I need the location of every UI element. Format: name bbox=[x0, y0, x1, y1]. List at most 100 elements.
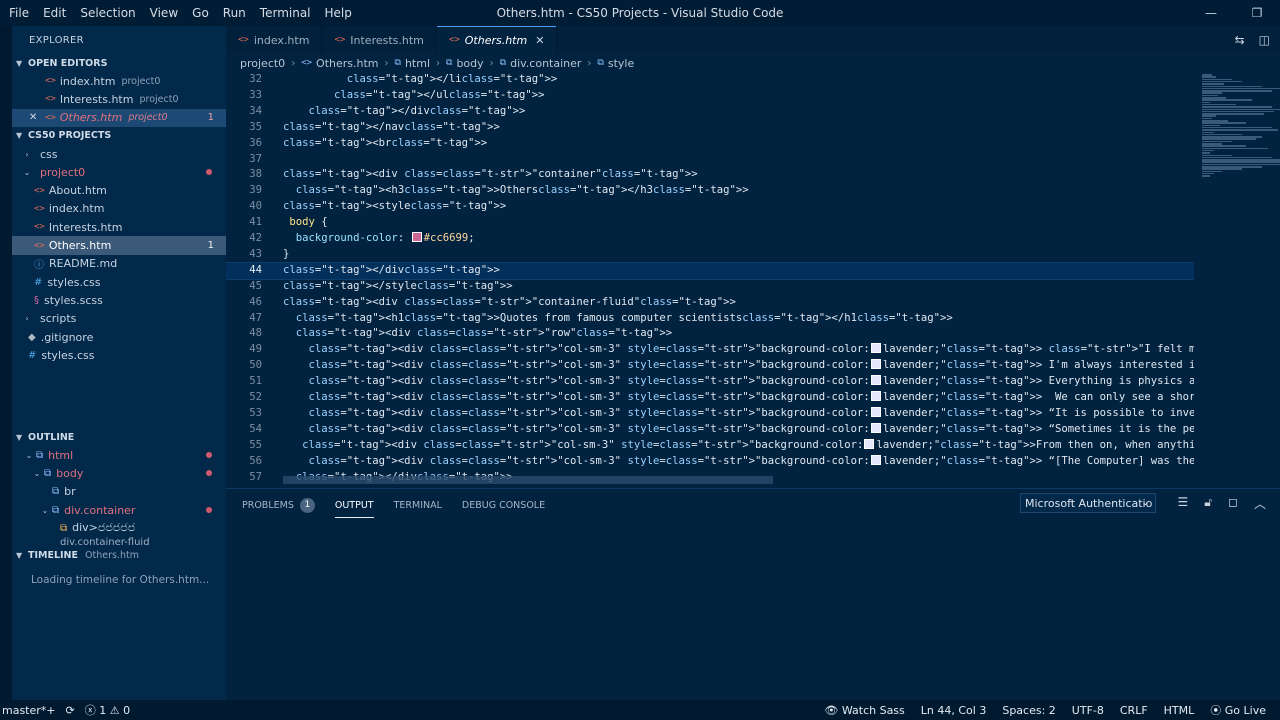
breadcrumb-item[interactable]: › ⧉ style bbox=[581, 57, 634, 70]
code-line[interactable]: 39 class="t-tag"><h3class="t-tag">>Other… bbox=[226, 183, 1194, 199]
minimap[interactable] bbox=[1200, 72, 1280, 182]
file-item-selected[interactable]: <> Others.htm 1 bbox=[12, 236, 226, 255]
clear-output-icon[interactable]: ☰ bbox=[1177, 495, 1188, 512]
code-line[interactable]: 56 class="t-tag"><div class=class="t-str… bbox=[226, 454, 1194, 470]
minimize-button[interactable]: — bbox=[1188, 0, 1234, 26]
code-line[interactable]: 33 class="t-tag"></ulclass="t-tag">> bbox=[226, 88, 1194, 104]
code-line[interactable]: 50 class="t-tag"><div class=class="t-str… bbox=[226, 358, 1194, 374]
tab-debug-console[interactable]: DEBUG CONSOLE bbox=[462, 495, 545, 515]
outline-item[interactable]: ⌄ ⧉ div.container bbox=[12, 501, 226, 519]
code-line[interactable]: 52 class="t-tag"><div class=class="t-str… bbox=[226, 390, 1194, 406]
folder-item[interactable]: › css bbox=[12, 145, 226, 163]
breadcrumb-item[interactable]: › ⧉ div.container bbox=[484, 57, 582, 70]
color-swatch[interactable] bbox=[870, 406, 881, 417]
encoding[interactable]: UTF-8 bbox=[1072, 704, 1104, 717]
code-line[interactable]: 32 class="t-tag"></liclass="t-tag">> bbox=[226, 72, 1194, 88]
file-item[interactable]: <> index.htm bbox=[12, 200, 226, 218]
branch-indicator[interactable]: master*+ bbox=[2, 704, 56, 717]
code-line[interactable]: 34 class="t-tag"></divclass="t-tag">> bbox=[226, 104, 1194, 120]
menu-help[interactable]: Help bbox=[318, 6, 359, 20]
outline-header[interactable]: ▼ OUTLINE bbox=[12, 428, 226, 446]
watch-sass-button[interactable]: 👁︎ Watch Sass bbox=[824, 704, 904, 717]
file-item[interactable]: ⓘ README.md bbox=[12, 255, 226, 273]
code-line[interactable]: 53 class="t-tag"><div class=class="t-str… bbox=[226, 406, 1194, 422]
close-icon[interactable]: ✕ bbox=[535, 34, 544, 47]
output-channel-select[interactable]: Microsoft Authenticatio ⌄ bbox=[1020, 493, 1156, 513]
code-line[interactable]: 35 class="t-tag"></navclass="t-tag">> bbox=[226, 120, 1194, 136]
color-swatch[interactable] bbox=[870, 422, 881, 433]
menu-edit[interactable]: Edit bbox=[36, 6, 73, 20]
cursor-position[interactable]: Ln 44, Col 3 bbox=[921, 704, 987, 717]
menu-terminal[interactable]: Terminal bbox=[253, 6, 318, 20]
lock-icon[interactable]: 🔓︎ bbox=[1204, 495, 1212, 512]
color-swatch[interactable] bbox=[870, 454, 881, 465]
open-changes-icon[interactable]: ⇆ bbox=[1235, 33, 1245, 47]
outline-item[interactable]: ⌄ ⧉ html bbox=[12, 446, 226, 464]
code-line[interactable]: 41 body { bbox=[226, 215, 1194, 231]
code-line[interactable]: 36 class="t-tag"><brclass="t-tag">> bbox=[226, 136, 1194, 152]
breadcrumb-item[interactable]: › ⧉ body bbox=[430, 57, 484, 70]
tab-output[interactable]: OUTPUT bbox=[334, 495, 374, 518]
tab-others[interactable]: <> Others.htm ✕ bbox=[436, 26, 558, 54]
tab-terminal[interactable]: TERMINAL bbox=[394, 495, 442, 515]
maximize-panel-icon[interactable]: ◻ bbox=[1228, 495, 1238, 512]
workspace-header[interactable]: ▼ CS50 PROJECTS bbox=[12, 127, 226, 145]
tab-problems[interactable]: PROBLEMS 1 bbox=[242, 495, 315, 515]
line-ending[interactable]: CRLF bbox=[1120, 704, 1148, 717]
timeline-header[interactable]: ▼ TIMELINE Others.htm bbox=[12, 546, 226, 564]
code-line[interactable]: 48 class="t-tag"><div class=class="t-str… bbox=[226, 326, 1194, 342]
chevron-up-icon[interactable]: ︿ bbox=[1254, 495, 1266, 512]
breadcrumb-item[interactable]: › ⧉ html bbox=[379, 57, 431, 70]
menu-file[interactable]: File bbox=[2, 6, 36, 20]
outline-item[interactable]: ⧉ br bbox=[12, 483, 226, 501]
restore-button[interactable]: ❐ bbox=[1234, 0, 1280, 26]
menu-run[interactable]: Run bbox=[216, 6, 253, 20]
file-item[interactable]: # styles.css bbox=[12, 273, 226, 291]
menu-view[interactable]: View bbox=[143, 6, 185, 20]
breadcrumb-item[interactable]: project0 bbox=[240, 57, 285, 70]
open-editor-item-active[interactable]: ✕ <> Others.htm project0 1 bbox=[12, 108, 226, 127]
code-line[interactable]: 49 class="t-tag"><div class=class="t-str… bbox=[226, 342, 1194, 358]
outline-item[interactable]: ⧉ div>ජජජජජ bbox=[12, 519, 226, 537]
file-item[interactable]: ◆ .gitignore bbox=[12, 328, 226, 346]
file-item[interactable]: # styles.css bbox=[12, 346, 226, 364]
language-mode[interactable]: HTML bbox=[1164, 704, 1195, 717]
outline-item[interactable]: div.container-fluid bbox=[12, 537, 226, 545]
code-editor[interactable]: 32 class="t-tag"></liclass="t-tag">> 33 c… bbox=[226, 72, 1194, 484]
color-swatch[interactable] bbox=[870, 343, 881, 354]
tab-index[interactable]: <> index.htm bbox=[226, 26, 323, 54]
file-item[interactable]: <> About.htm bbox=[12, 181, 226, 199]
folder-item[interactable]: › scripts bbox=[12, 310, 226, 328]
code-line[interactable]: 55 class="t-tag"><div class=class="t-str… bbox=[226, 438, 1194, 454]
menu-go[interactable]: Go bbox=[185, 6, 216, 20]
problems-indicator[interactable]: ⓧ 1 ⚠ 0 bbox=[85, 702, 130, 718]
open-editors-header[interactable]: ▼ OPEN EDITORS bbox=[12, 54, 226, 72]
open-editor-item[interactable]: <> index.htm project0 bbox=[12, 72, 226, 90]
code-line[interactable]: 44 class="t-tag"></divclass="t-tag">> bbox=[226, 261, 1194, 280]
split-editor-icon[interactable]: ◫ bbox=[1259, 33, 1270, 47]
go-live-button[interactable]: ⦿ Go Live bbox=[1210, 702, 1266, 718]
color-swatch[interactable] bbox=[870, 359, 881, 370]
sync-icon[interactable]: ⟳ bbox=[66, 704, 75, 717]
color-swatch[interactable] bbox=[411, 232, 422, 242]
code-line[interactable]: 46 class="t-tag"><div class=class="t-str"… bbox=[226, 295, 1194, 311]
code-line[interactable]: 42 background-color: #cc6699; bbox=[226, 231, 1194, 247]
code-line[interactable]: 38 class="t-tag"><div class=class="t-str"… bbox=[226, 167, 1194, 183]
folder-item[interactable]: ⌄ project0 bbox=[12, 163, 226, 181]
file-item[interactable]: <> Interests.htm bbox=[12, 218, 226, 236]
code-line[interactable]: 54 class="t-tag"><div class=class="t-str… bbox=[226, 422, 1194, 438]
file-item[interactable]: § styles.scss bbox=[12, 291, 226, 309]
indentation[interactable]: Spaces: 2 bbox=[1002, 704, 1055, 717]
horizontal-scrollbar[interactable] bbox=[283, 476, 773, 484]
code-line[interactable]: 37 bbox=[226, 152, 1194, 168]
color-swatch[interactable] bbox=[864, 438, 875, 449]
open-editor-item[interactable]: <> Interests.htm project0 bbox=[12, 90, 226, 108]
outline-item[interactable]: ⌄ ⧉ body bbox=[12, 464, 226, 482]
code-line[interactable]: 45 class="t-tag"></styleclass="t-tag">> bbox=[226, 279, 1194, 295]
breadcrumb-item[interactable]: › <> Others.htm bbox=[285, 57, 378, 70]
close-icon[interactable]: ✕ bbox=[29, 112, 45, 123]
code-line[interactable]: 43} bbox=[226, 247, 1194, 263]
color-swatch[interactable] bbox=[870, 391, 881, 401]
code-line[interactable]: 47 class="t-tag"><h1class="t-tag">>Quote… bbox=[226, 311, 1194, 327]
color-swatch[interactable] bbox=[870, 375, 881, 386]
